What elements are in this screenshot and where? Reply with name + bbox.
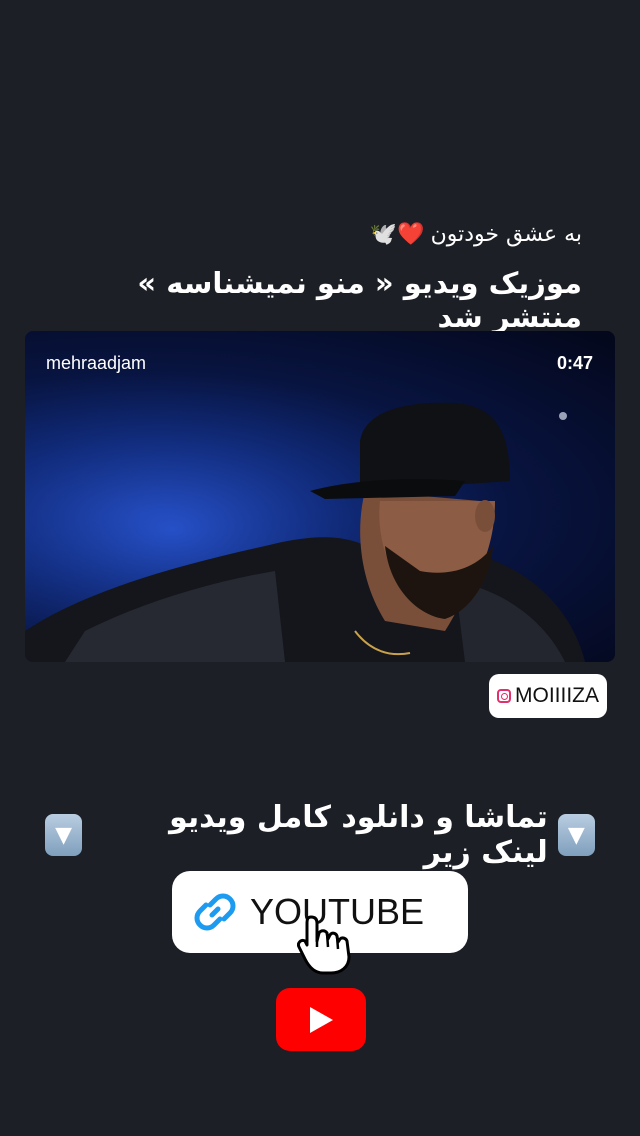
caption-small-text: به عشق خودتون [430,222,582,247]
caption-small: به عشق خودتون ❤️🕊️ [370,222,582,247]
mention-sticker[interactable]: MOIIIIZA [489,674,607,718]
story-view: به عشق خودتون ❤️🕊️ موزیک ویدیو « منو نمی… [0,0,640,1136]
heart-dove-emoji: ❤️🕊️ [369,222,425,247]
cta-text: تماشا و دانلود کامل ویدیو لینک زیر [169,800,548,870]
video-preview[interactable]: mehraadjam 0:47 [25,331,615,662]
down-arrow-box-icon: ▼ [557,814,595,856]
instagram-icon [497,689,511,703]
down-arrow-box-icon: ▼ [44,814,83,856]
video-username[interactable]: mehraadjam [46,353,146,374]
play-triangle-icon [310,1006,333,1033]
pointing-hand-cursor-icon [297,915,351,975]
video-frame-image [25,331,615,662]
youtube-play-icon[interactable] [276,988,366,1051]
video-duration: 0:47 [556,353,593,373]
caption-title: موزیک ویدیو « منو نمیشناسه » منتشر شد [137,266,582,334]
mention-handle: MOIIIIZA [515,684,599,707]
link-icon [194,893,236,931]
cta-row: ▼ تماشا و دانلود کامل ویدیو لینک زیر ▼ [44,800,595,870]
